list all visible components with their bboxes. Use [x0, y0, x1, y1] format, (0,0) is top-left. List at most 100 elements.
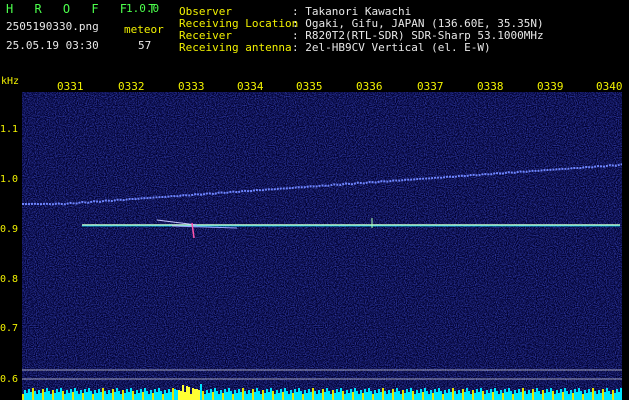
level-bar — [606, 388, 608, 400]
level-bar — [592, 388, 594, 400]
level-bar — [440, 391, 442, 400]
level-bar — [536, 388, 538, 400]
level-bar — [526, 394, 528, 400]
level-bar — [470, 394, 472, 400]
level-bar — [228, 388, 230, 400]
level-bar — [422, 392, 424, 400]
level-bar — [550, 388, 552, 400]
level-bar — [294, 389, 296, 400]
level-bar — [136, 390, 138, 400]
level-bar — [184, 392, 186, 400]
level-bar — [578, 388, 580, 400]
level-bar — [302, 394, 304, 400]
level-bar — [446, 393, 448, 400]
level-bar — [88, 388, 90, 400]
level-bar — [84, 389, 86, 400]
level-bar — [552, 391, 554, 400]
meteor-label: meteor — [124, 23, 164, 36]
level-bar — [116, 388, 118, 400]
level-bar — [234, 390, 236, 400]
level-bar — [274, 394, 276, 400]
level-bar — [548, 392, 550, 400]
level-bar — [604, 392, 606, 400]
level-bar — [176, 390, 178, 400]
level-bar — [114, 392, 116, 400]
level-bar — [220, 390, 222, 400]
level-bar — [246, 394, 248, 400]
level-bar — [96, 393, 98, 400]
level-bar — [164, 390, 166, 400]
level-bar — [538, 391, 540, 400]
level-bar — [454, 391, 456, 400]
level-bar — [412, 391, 414, 400]
level-bar — [366, 392, 368, 400]
level-bar — [198, 390, 200, 400]
level-bar — [122, 390, 124, 400]
y-tick-label: 0.6 — [0, 374, 19, 385]
meteor-count: 57 — [138, 39, 152, 52]
level-bar — [192, 388, 194, 400]
level-bar — [310, 392, 312, 400]
level-bar — [64, 394, 66, 400]
level-bar — [496, 391, 498, 400]
level-bar — [124, 393, 126, 400]
level-bar — [230, 391, 232, 400]
level-bar — [448, 389, 450, 400]
level-bar — [78, 394, 80, 400]
level-bar — [24, 390, 26, 400]
level-bar — [464, 392, 466, 400]
level-bar — [212, 392, 214, 400]
level-bar — [216, 391, 218, 400]
level-bar — [346, 390, 348, 400]
level-bar — [170, 392, 172, 400]
level-bar — [210, 389, 212, 400]
level-bar — [204, 394, 206, 400]
level-bar — [130, 388, 132, 400]
level-bar — [58, 392, 60, 400]
level-bar — [418, 393, 420, 400]
level-bar — [572, 393, 574, 400]
level-bar — [434, 389, 436, 400]
level-bar — [286, 391, 288, 400]
level-bar — [306, 393, 308, 400]
level-bar — [392, 389, 394, 400]
level-bar — [472, 390, 474, 400]
level-bar — [566, 391, 568, 400]
level-bar — [376, 393, 378, 400]
level-bar — [398, 391, 400, 400]
level-bar — [142, 392, 144, 400]
level-bar — [382, 388, 384, 400]
level-bar — [68, 393, 70, 400]
level-bar — [462, 389, 464, 400]
level-bar — [438, 388, 440, 400]
level-bar — [208, 393, 210, 400]
level-bar — [238, 389, 240, 400]
level-bar — [248, 390, 250, 400]
level-bar — [520, 392, 522, 400]
level-bar — [590, 392, 592, 400]
y-tick-label: 0.7 — [0, 323, 19, 334]
level-bar — [586, 393, 588, 400]
level-bar — [236, 393, 238, 400]
level-bar — [394, 392, 396, 400]
level-bar — [106, 394, 108, 400]
level-bar — [270, 388, 272, 400]
level-bar — [544, 393, 546, 400]
level-bar — [166, 393, 168, 400]
level-bar — [486, 390, 488, 400]
level-bar — [26, 393, 28, 400]
level-bar — [290, 390, 292, 400]
level-bar — [196, 389, 198, 400]
level-bar — [560, 389, 562, 400]
level-bar — [160, 391, 162, 400]
level-bar — [460, 393, 462, 400]
level-bar — [300, 391, 302, 400]
level-bar — [308, 389, 310, 400]
level-bar — [158, 388, 160, 400]
antenna-value: : 2el-HB9CV Vertical (el. E-W) — [292, 41, 491, 54]
level-bar — [494, 388, 496, 400]
level-bar — [380, 392, 382, 400]
level-bar — [508, 388, 510, 400]
level-bar — [28, 389, 30, 400]
level-bar — [186, 386, 188, 400]
